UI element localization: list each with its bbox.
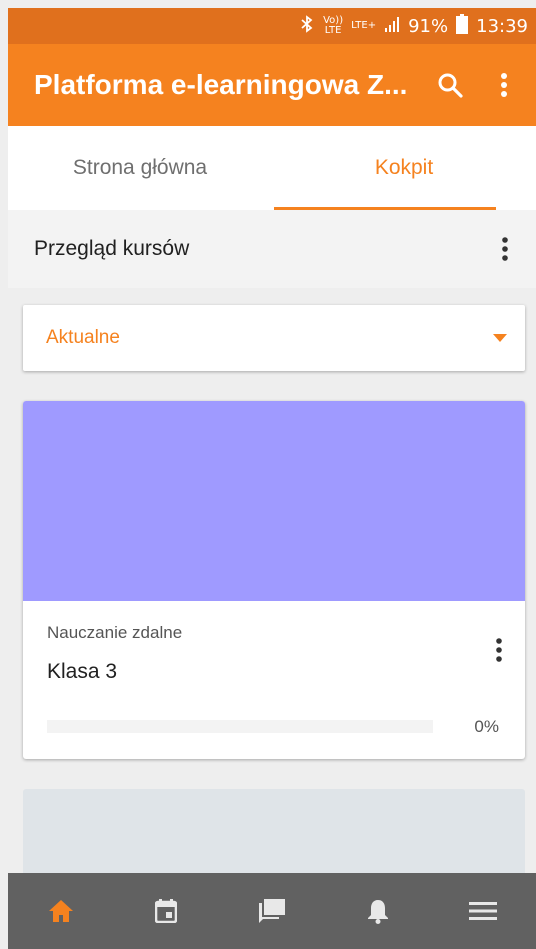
messages-icon <box>258 899 285 923</box>
notifications-icon <box>367 900 388 924</box>
search-button[interactable] <box>430 65 470 105</box>
volte-bottom: LTE <box>324 25 342 36</box>
app-title: Platforma e-learningowa Z... <box>34 69 408 100</box>
course-filter-select[interactable]: Aktualne <box>23 305 525 371</box>
course-card-2[interactable] <box>23 789 525 879</box>
nav-menu[interactable] <box>430 873 536 949</box>
nav-home[interactable] <box>8 873 114 949</box>
course-card-body: Nauczanie zdalne Klasa 3 0% <box>23 601 525 759</box>
tab-bar: Strona główna Kokpit <box>8 126 536 211</box>
more-vert-icon <box>496 638 502 662</box>
nav-notifications[interactable] <box>325 873 431 949</box>
more-options-button[interactable] <box>484 65 524 105</box>
course-menu-button[interactable] <box>495 637 503 668</box>
course-overview-header: Przegląd kursów <box>8 210 536 288</box>
course-image <box>23 401 525 601</box>
battery-percent: 91% <box>408 15 449 37</box>
bottom-navigation <box>8 873 536 949</box>
more-vert-icon <box>502 237 508 261</box>
app-bar: Platforma e-learningowa Z... <box>8 44 536 126</box>
menu-icon <box>469 902 498 920</box>
tab-home[interactable]: Strona główna <box>8 126 272 210</box>
course-category: Nauczanie zdalne <box>47 623 183 642</box>
nav-calendar[interactable] <box>114 873 220 949</box>
signal-icon <box>384 16 400 37</box>
dropdown-arrow-icon <box>493 334 507 342</box>
course-progress-bar <box>47 720 433 733</box>
section-title: Przegląd kursów <box>34 237 190 260</box>
clock: 13:39 <box>476 15 528 37</box>
lte-label: LTE+ <box>351 20 377 31</box>
battery-icon <box>456 13 469 39</box>
filter-selected-value: Aktualne <box>46 327 120 348</box>
course-card[interactable]: Nauczanie zdalne Klasa 3 0% <box>23 401 525 759</box>
more-vert-icon <box>501 73 507 97</box>
section-menu-button[interactable] <box>490 229 520 269</box>
nav-messages[interactable] <box>219 873 325 949</box>
status-bar: Vo)) LTE LTE+ 91% 13:39 <box>8 8 536 44</box>
volte-indicator: Vo)) LTE <box>323 16 343 36</box>
course-progress-label: 0% <box>474 717 499 736</box>
tab-dashboard[interactable]: Kokpit <box>272 126 536 210</box>
bluetooth-icon <box>299 14 315 38</box>
course-name[interactable]: Klasa 3 <box>47 660 117 684</box>
search-icon <box>438 73 463 98</box>
calendar-icon <box>155 899 178 923</box>
home-icon <box>48 900 73 922</box>
